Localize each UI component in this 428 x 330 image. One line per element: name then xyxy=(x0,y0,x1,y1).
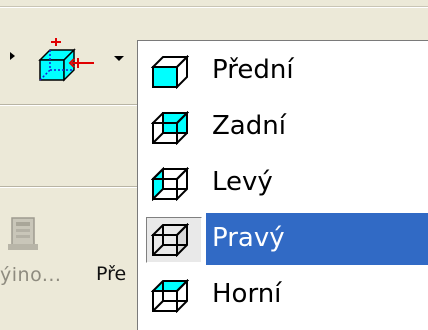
toolbar-separator-highlight xyxy=(0,187,140,188)
toolbar-separator-highlight xyxy=(0,105,140,106)
view-cube-button[interactable] xyxy=(36,38,96,82)
view-dropdown-menu: Přední Zadní Levý Pravý Horní xyxy=(137,40,428,330)
menu-item-label: Zadní xyxy=(212,111,286,141)
menu-item-back[interactable]: Zadní xyxy=(142,101,428,153)
menu-item-label: Přední xyxy=(212,55,294,85)
menu-item-right[interactable]: Pravý xyxy=(142,213,428,265)
menu-item-front[interactable]: Přední xyxy=(142,45,428,97)
cube-front-icon xyxy=(150,54,190,90)
toolbar-overflow-arrow-icon[interactable] xyxy=(10,52,15,60)
menu-item-label: Horní xyxy=(212,279,282,309)
menu-item-label: Pravý xyxy=(212,223,285,253)
chevron-down-icon[interactable] xyxy=(114,56,124,61)
disabled-document-icon xyxy=(8,216,38,250)
menu-item-left[interactable]: Levý xyxy=(142,157,428,209)
cube-back-icon xyxy=(150,110,190,146)
view-cube-icon xyxy=(38,38,94,82)
truncated-toolbar-label: ýino... xyxy=(0,264,62,286)
menu-item-label: Levý xyxy=(212,167,273,197)
toolbar-label-pre: Pře xyxy=(96,263,127,285)
toolbar-divider-highlight xyxy=(0,7,428,8)
cube-left-icon xyxy=(150,166,190,202)
menu-item-top[interactable]: Horní xyxy=(142,269,428,321)
cube-top-icon xyxy=(150,278,190,314)
cube-right-icon xyxy=(150,222,190,258)
